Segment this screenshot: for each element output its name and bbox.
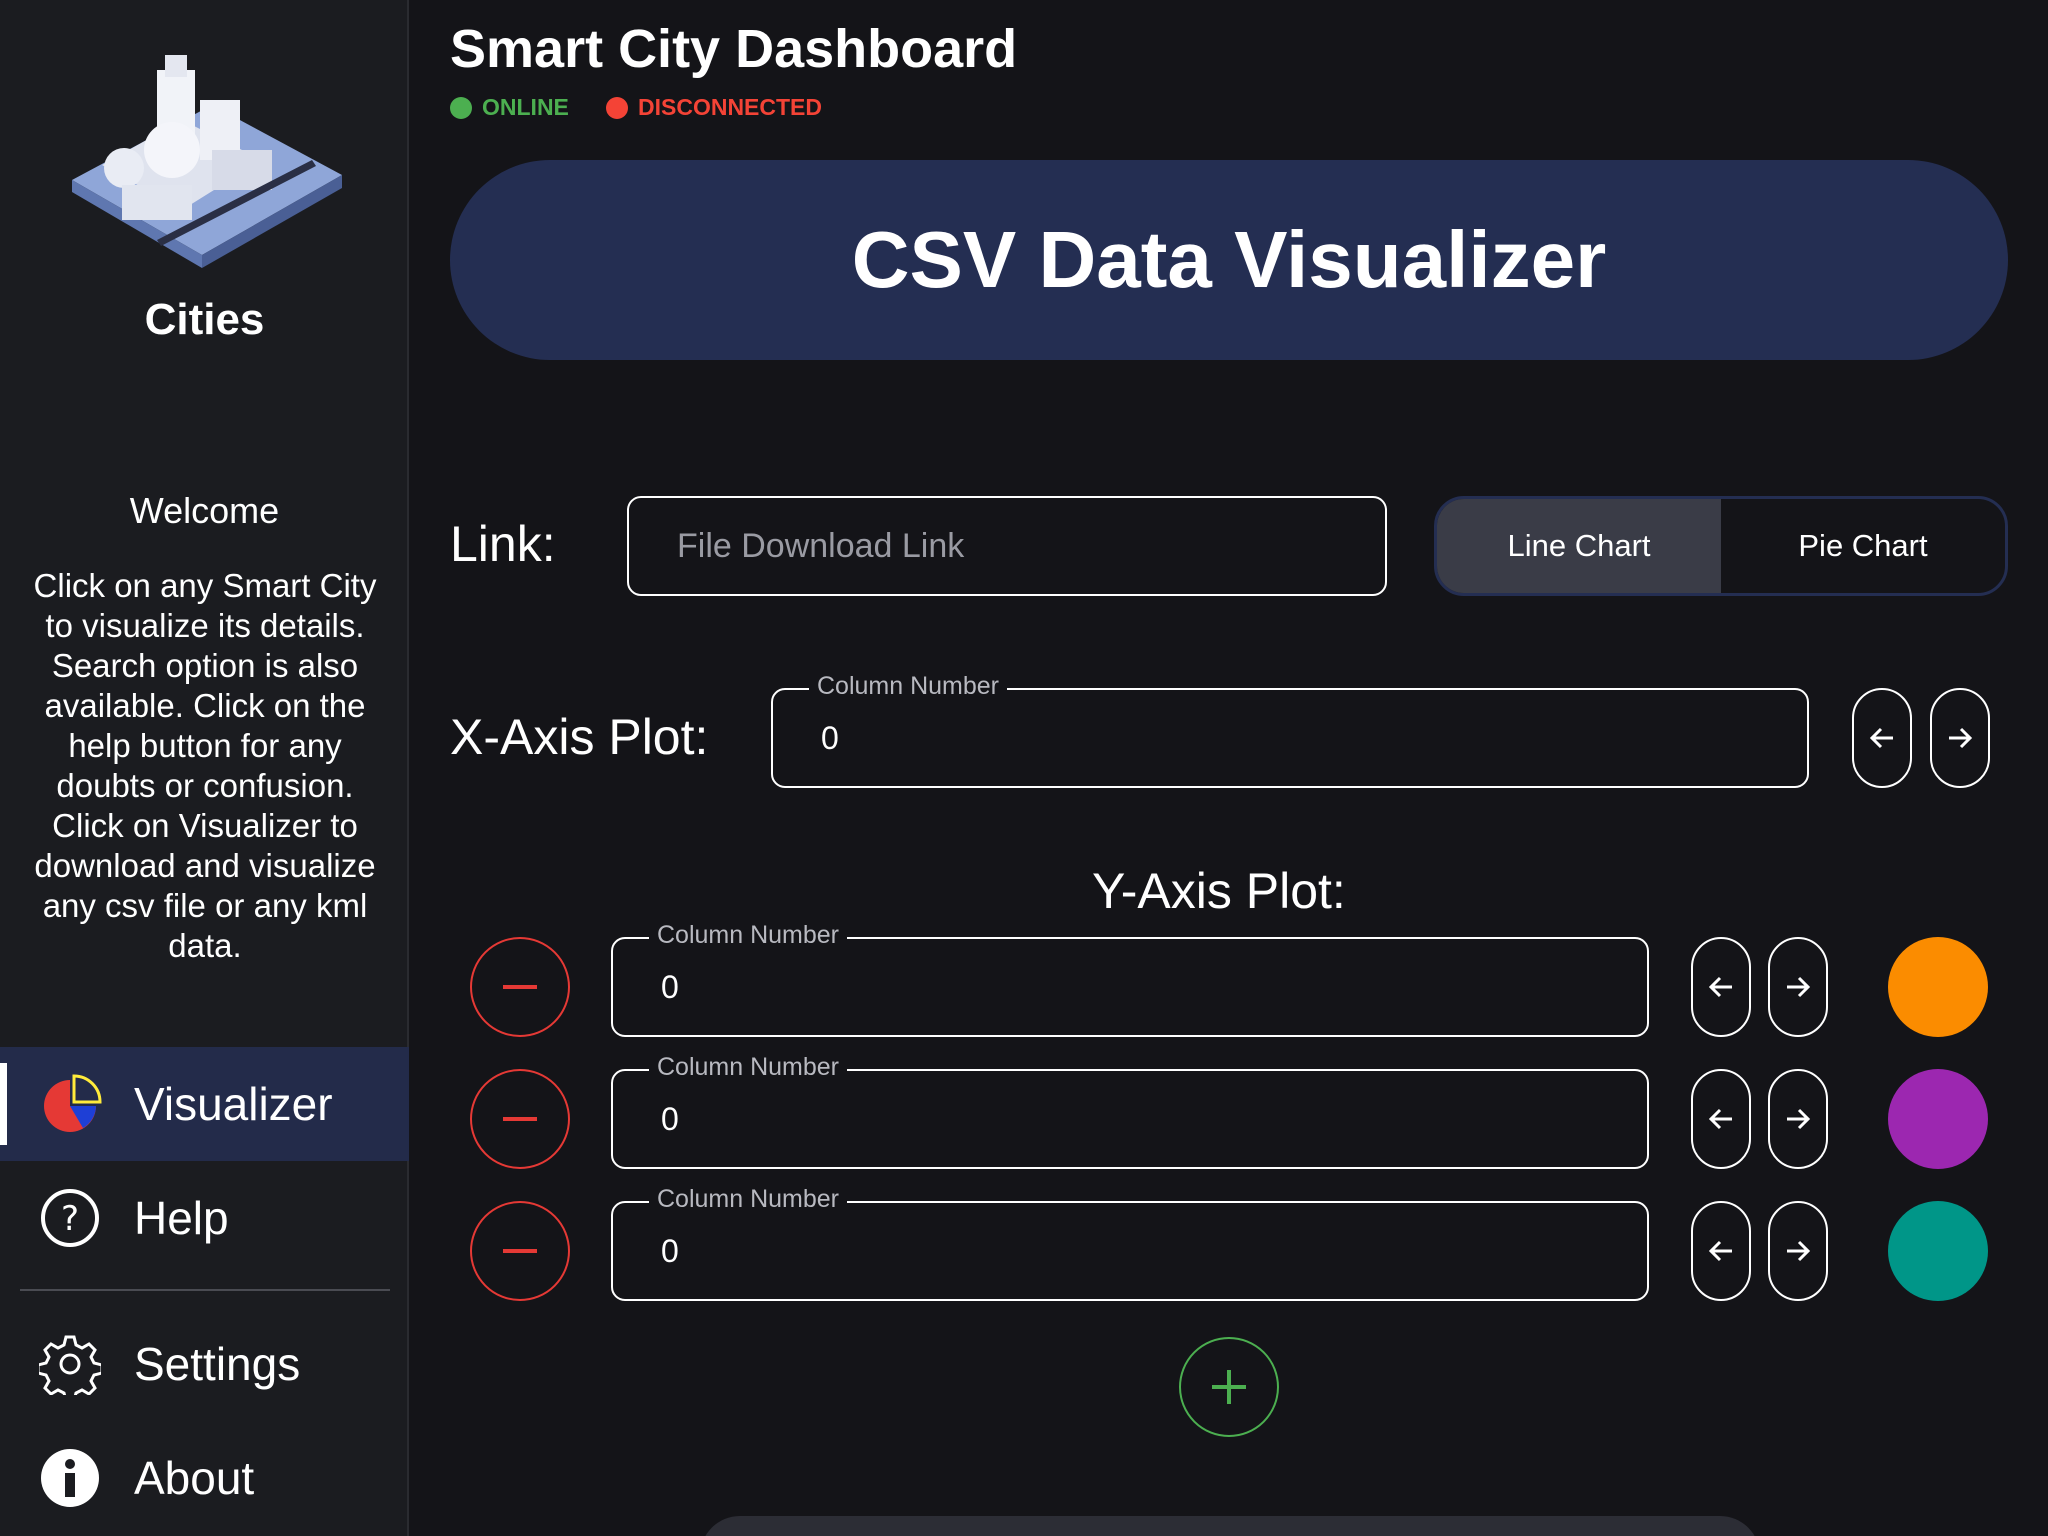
x-axis-next-button[interactable]: [1930, 688, 1990, 788]
arrow-right-icon: [1787, 1240, 1811, 1262]
pie-chart-icon: [38, 1072, 102, 1136]
gear-icon: [38, 1332, 102, 1396]
field-value: 0: [661, 1100, 679, 1137]
arrow-left-icon: [1869, 727, 1893, 749]
nav-item-settings[interactable]: Settings: [0, 1307, 409, 1421]
link-input[interactable]: [627, 496, 1387, 596]
nav-divider: [20, 1289, 390, 1291]
city-logo: [62, 50, 352, 280]
y-axis-prev-button[interactable]: [1691, 937, 1751, 1037]
remove-series-button[interactable]: [470, 1201, 570, 1301]
nav-item-visualizer[interactable]: Visualizer: [0, 1047, 409, 1161]
help-circle-icon: ?: [38, 1186, 102, 1250]
visualize-button[interactable]: [700, 1516, 1760, 1536]
status-disconnected: DISCONNECTED: [606, 94, 822, 121]
nav-item-help[interactable]: ? Help: [0, 1161, 409, 1275]
status-disconnected-label: DISCONNECTED: [638, 94, 823, 120]
page-banner: CSV Data Visualizer: [450, 160, 2008, 360]
y-axis-label: Y-Axis Plot:: [1092, 863, 1346, 919]
arrow-left-icon: [1708, 976, 1732, 998]
status-online: ONLINE: [450, 94, 569, 121]
sidebar: Cities Welcome Click on any Smart City t…: [0, 0, 409, 1536]
minus-icon: [503, 985, 537, 989]
plus-icon: [1212, 1370, 1246, 1404]
nav-label-settings: Settings: [134, 1338, 301, 1390]
field-value: 0: [661, 968, 679, 1005]
x-axis-label: X-Axis Plot:: [450, 709, 709, 765]
field-value: 0: [661, 1232, 679, 1269]
y-axis-next-button[interactable]: [1768, 1069, 1828, 1169]
remove-series-button[interactable]: [470, 1069, 570, 1169]
x-axis-column-field[interactable]: Column Number 0: [771, 672, 1809, 788]
y-axis-prev-button[interactable]: [1691, 1201, 1751, 1301]
nav-item-about[interactable]: About: [0, 1421, 409, 1535]
minus-icon: [503, 1117, 537, 1121]
welcome-text: Click on any Smart City to visualize its…: [33, 567, 377, 964]
pie-chart-option[interactable]: Pie Chart: [1721, 499, 2005, 593]
y-axis-column-field[interactable]: Column Number 0: [611, 1185, 1649, 1301]
nav-label-visualizer: Visualizer: [134, 1078, 333, 1130]
sidebar-title: Cities: [144, 295, 265, 344]
status-online-label: ONLINE: [482, 94, 569, 120]
series-color-swatch[interactable]: [1888, 1201, 1988, 1301]
y-axis-prev-button[interactable]: [1691, 1069, 1751, 1169]
link-label: Link:: [450, 516, 556, 572]
welcome-title: Welcome: [129, 490, 280, 531]
nav-label-about: About: [134, 1452, 255, 1504]
app-title: Smart City Dashboard: [450, 19, 1018, 79]
y-axis-column-field[interactable]: Column Number 0: [611, 1053, 1649, 1169]
svg-text:?: ?: [61, 1199, 79, 1239]
arrow-right-icon: [1787, 976, 1811, 998]
remove-series-button[interactable]: [470, 937, 570, 1037]
series-color-swatch[interactable]: [1888, 937, 1988, 1037]
field-value: 0: [821, 719, 839, 756]
arrow-left-icon: [1708, 1240, 1732, 1262]
arrow-right-icon: [1949, 727, 1973, 749]
series-color-swatch[interactable]: [1888, 1069, 1988, 1169]
x-axis-prev-button[interactable]: [1852, 688, 1912, 788]
y-axis-next-button[interactable]: [1768, 937, 1828, 1037]
arrow-left-icon: [1708, 1108, 1732, 1130]
y-axis-next-button[interactable]: [1768, 1201, 1828, 1301]
minus-icon: [503, 1249, 537, 1253]
arrow-right-icon: [1787, 1108, 1811, 1130]
info-icon: [38, 1446, 102, 1510]
page-title: CSV Data Visualizer: [851, 215, 1607, 304]
add-series-button[interactable]: [1179, 1337, 1279, 1437]
disconnected-dot-icon: [606, 96, 628, 119]
chart-type-toggle: Line Chart Pie Chart: [1434, 496, 2008, 596]
line-chart-option[interactable]: Line Chart: [1437, 499, 1721, 593]
online-dot-icon: [450, 96, 472, 119]
nav-label-help: Help: [134, 1192, 229, 1244]
y-axis-column-field[interactable]: Column Number 0: [611, 921, 1649, 1037]
